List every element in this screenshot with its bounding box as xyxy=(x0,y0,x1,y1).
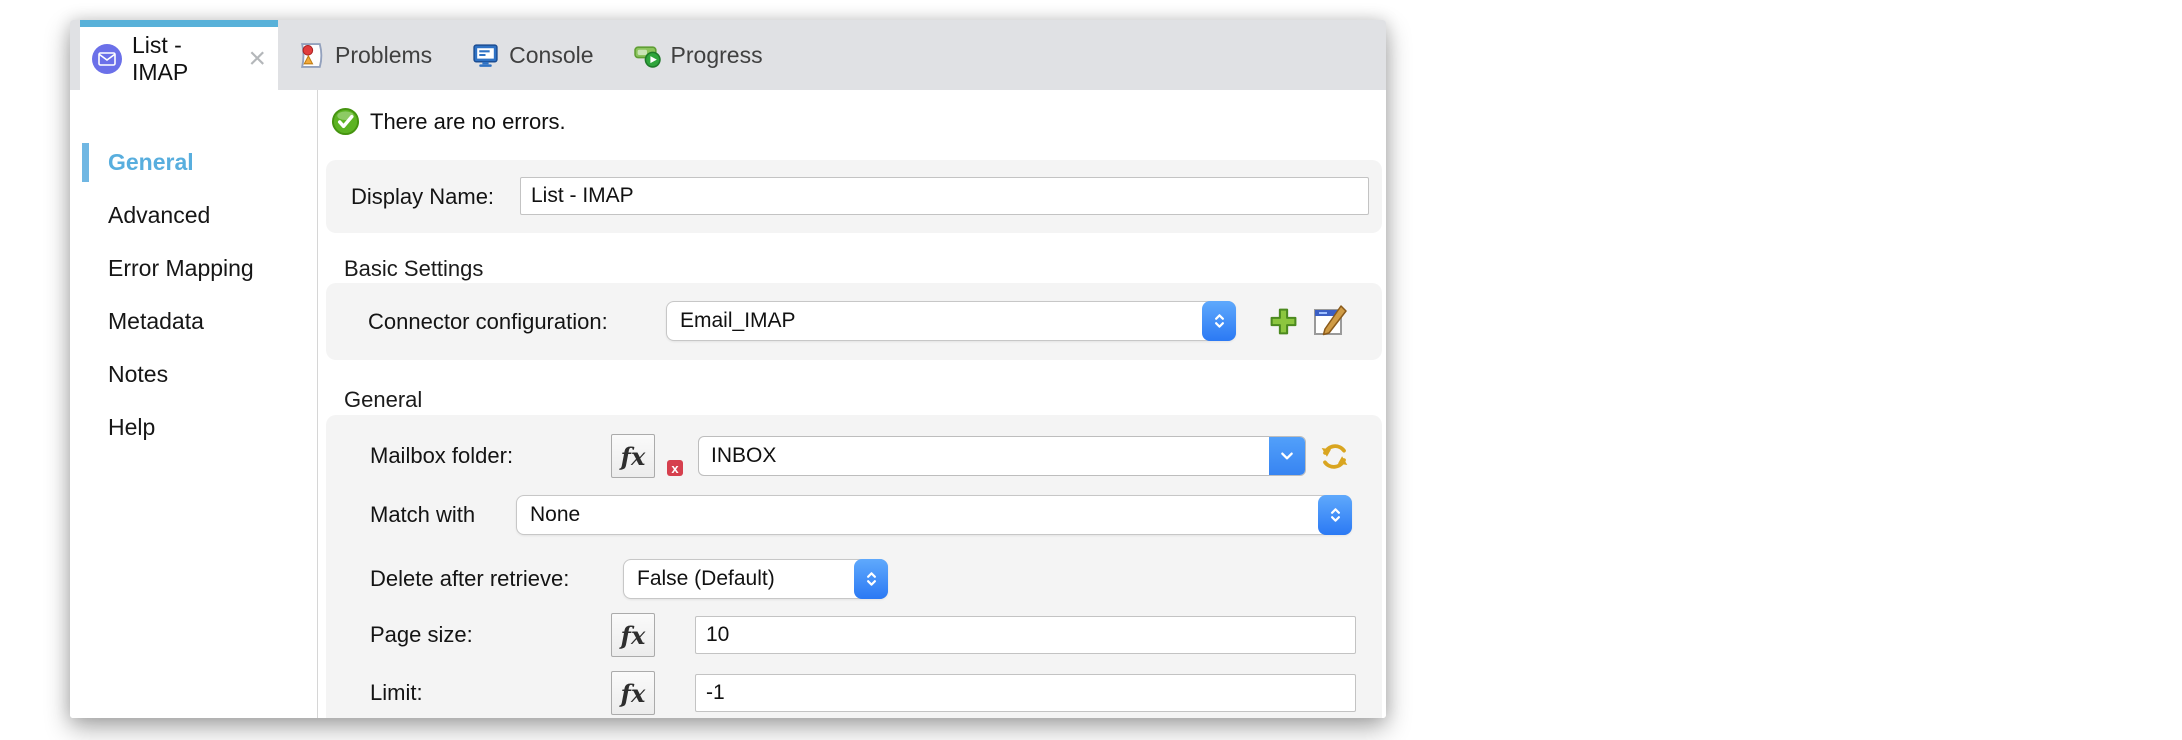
tab-label: Progress xyxy=(670,41,763,68)
email-icon xyxy=(92,43,122,74)
delete-after-retrieve-label: Delete after retrieve: xyxy=(370,566,570,591)
delete-after-retrieve-select[interactable]: False (Default) xyxy=(623,559,888,599)
sidebar-item-error-mapping[interactable]: Error Mapping xyxy=(70,242,317,295)
properties-form: There are no errors. Display Name: Basic… xyxy=(318,90,1386,718)
limit-label: Limit: xyxy=(370,680,423,705)
desktop-canvas: List - IMAP × Problems Console Progress … xyxy=(0,0,2182,740)
progress-icon xyxy=(633,42,661,69)
limit-row: Limit: fx xyxy=(326,671,1382,715)
connector-configuration-label: Connector configuration: xyxy=(368,309,608,334)
connector-configuration-select[interactable]: Email_IMAP xyxy=(666,301,1236,341)
fx-expression-icon[interactable]: fx xyxy=(611,434,655,478)
page-size-row: Page size: fx xyxy=(326,613,1382,657)
mailbox-folder-row: Mailbox folder: fx x xyxy=(326,434,1382,478)
section-nav-sidebar: General Advanced Error Mapping Metadata … xyxy=(70,90,318,718)
page-size-input[interactable] xyxy=(695,616,1356,654)
add-config-icon[interactable] xyxy=(1268,306,1299,337)
page-size-label: Page size: xyxy=(370,622,473,647)
sidebar-item-metadata[interactable]: Metadata xyxy=(70,295,317,348)
delete-after-retrieve-value: False (Default) xyxy=(637,567,775,590)
general-box: Mailbox folder: fx x INBOX Match with No… xyxy=(326,415,1382,718)
delete-after-retrieve-row: Delete after retrieve: False (Default) xyxy=(326,559,1382,599)
edit-config-icon[interactable] xyxy=(1313,305,1347,337)
limit-input[interactable] xyxy=(695,674,1356,712)
combo-dropdown-icon[interactable] xyxy=(1269,437,1305,475)
tab-progress[interactable]: Progress xyxy=(614,20,783,90)
mailbox-folder-label: Mailbox folder: xyxy=(370,443,514,468)
tab-label: Console xyxy=(509,41,594,68)
match-with-label: Match with xyxy=(370,502,476,527)
select-spinner-icon xyxy=(1318,495,1352,535)
match-with-select[interactable]: None xyxy=(516,495,1352,535)
tab-label: List - IMAP xyxy=(132,31,189,85)
display-name-box: Display Name: xyxy=(326,160,1382,233)
problems-icon xyxy=(298,42,325,69)
status-message: There are no errors. xyxy=(370,109,566,134)
close-icon[interactable]: × xyxy=(248,43,266,74)
tab-list-imap[interactable]: List - IMAP × xyxy=(80,20,278,90)
tab-bar: List - IMAP × Problems Console Progress xyxy=(70,20,1386,90)
success-check-icon xyxy=(331,107,360,141)
mailbox-folder-input[interactable] xyxy=(699,437,1269,475)
basic-settings-box: Connector configuration: Email_IMAP xyxy=(326,283,1382,360)
refresh-icon[interactable] xyxy=(1317,439,1352,474)
match-with-row: Match with None xyxy=(326,495,1382,535)
fx-expression-icon[interactable]: fx xyxy=(611,671,655,715)
properties-editor-panel: List - IMAP × Problems Console Progress … xyxy=(70,20,1386,718)
sidebar-item-notes[interactable]: Notes xyxy=(70,348,317,401)
fx-expression-icon[interactable]: fx xyxy=(611,613,655,657)
match-with-value: None xyxy=(530,503,581,526)
tab-console[interactable]: Console xyxy=(452,20,613,90)
sidebar-item-help[interactable]: Help xyxy=(70,401,317,454)
general-title: General xyxy=(344,387,423,412)
display-name-input[interactable] xyxy=(520,177,1369,215)
tab-label: Problems xyxy=(335,41,433,68)
sidebar-item-general[interactable]: General xyxy=(70,136,317,189)
console-icon xyxy=(472,42,499,69)
select-spinner-icon xyxy=(854,559,888,599)
tab-problems[interactable]: Problems xyxy=(278,20,452,90)
connector-configuration-value: Email_IMAP xyxy=(680,309,796,332)
select-spinner-icon xyxy=(1202,301,1236,341)
error-badge-icon: x xyxy=(667,460,683,476)
mailbox-folder-combobox[interactable] xyxy=(698,436,1306,476)
basic-settings-title: Basic Settings xyxy=(344,256,484,281)
display-name-label: Display Name: xyxy=(351,184,495,209)
sidebar-item-advanced[interactable]: Advanced xyxy=(70,189,317,242)
